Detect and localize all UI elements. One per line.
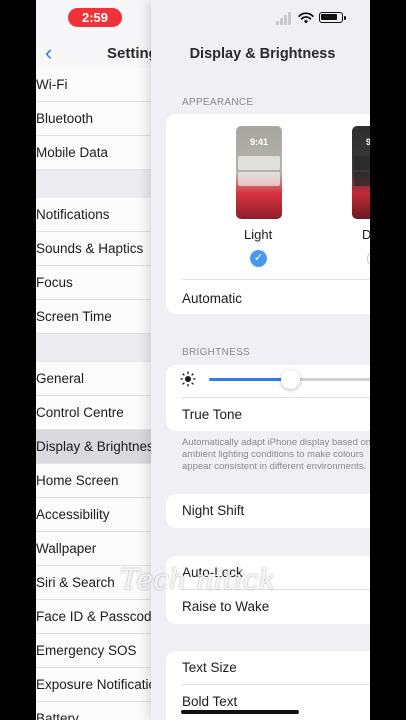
thumb-widget xyxy=(238,156,280,170)
cellular-signal-icon xyxy=(276,11,294,25)
thumb-time: 9:41 xyxy=(365,137,370,147)
sidebar-item-wifi[interactable]: Wi-Fi xyxy=(36,68,151,102)
battery-icon xyxy=(319,12,346,23)
sidebar-item-wallpaper[interactable]: Wallpaper xyxy=(36,532,151,566)
divider xyxy=(182,279,370,280)
text-size-row[interactable]: Text Size xyxy=(182,660,237,675)
night-shift-row[interactable]: Night Shift xyxy=(182,503,244,518)
settings-sidebar: ‹ Settings Wi-Fi Bluetooth Mobile Data N… xyxy=(36,0,151,720)
dark-mode-thumbnail[interactable]: 9:41 xyxy=(352,126,370,219)
raise-to-wake-row[interactable]: Raise to Wake xyxy=(182,599,269,614)
sidebar-item-control-centre[interactable]: Control Centre xyxy=(36,396,151,430)
brightness-slider-knob[interactable] xyxy=(280,370,300,389)
checkmark-icon[interactable]: ✓ xyxy=(250,250,267,267)
sidebar-item-label: Control Centre xyxy=(36,405,124,420)
sidebar-item-label: Screen Time xyxy=(36,309,112,324)
sidebar-item-label: Focus xyxy=(36,275,73,290)
dark-label: Dark xyxy=(362,227,370,242)
brightness-card: True Tone xyxy=(166,365,370,431)
sidebar-item-mobile-data[interactable]: Mobile Data xyxy=(36,136,151,170)
sidebar-item-display-brightness[interactable]: Display & Brightness xyxy=(36,430,151,464)
sidebar-item-screen-time[interactable]: Screen Time xyxy=(36,300,151,334)
brightness-slider-fill xyxy=(209,378,290,381)
sidebar-item-label: Accessibility xyxy=(36,507,110,522)
sidebar-item-label: Exposure Notifications xyxy=(36,677,151,692)
sidebar-item-general[interactable]: General xyxy=(36,362,151,396)
back-chevron-icon[interactable]: ‹ xyxy=(45,42,52,64)
sidebar-item-accessibility[interactable]: Accessibility xyxy=(36,498,151,532)
sun-icon xyxy=(180,371,196,387)
group-separator xyxy=(36,334,151,362)
thumb-widget xyxy=(238,172,280,186)
thumb-time: 9:41 xyxy=(249,137,268,147)
light-mode-thumbnail[interactable]: 9:41 xyxy=(236,126,282,219)
sidebar-item-notifications[interactable]: Notifications xyxy=(36,198,151,232)
sidebar-item-label: Emergency SOS xyxy=(36,643,137,658)
sidebar-item-label: Bluetooth xyxy=(36,111,94,126)
wifi-icon xyxy=(298,12,314,24)
sidebar-item-label: Sounds & Haptics xyxy=(36,241,144,256)
sidebar-item-focus[interactable]: Focus xyxy=(36,266,151,300)
sidebar-item-label: Siri & Search xyxy=(36,575,115,590)
appearance-card: 9:41 9:41 Light Dark ✓ Automatic xyxy=(166,114,370,314)
true-tone-row[interactable]: True Tone xyxy=(182,407,242,422)
phone-screen: ‹ Settings Wi-Fi Bluetooth Mobile Data N… xyxy=(36,0,370,720)
page-title: Display & Brightness xyxy=(189,46,336,62)
appearance-header: APPEARANCE xyxy=(182,97,254,108)
status-time: 2:59 xyxy=(68,8,122,27)
settings-title[interactable]: Settings xyxy=(107,45,151,62)
true-tone-description: Automatically adapt iPhone display based… xyxy=(182,437,370,472)
sidebar-item-face-id-passcode[interactable]: Face ID & Passcode xyxy=(36,600,151,634)
sidebar-item-sounds-haptics[interactable]: Sounds & Haptics xyxy=(36,232,151,266)
sidebar-item-exposure-notifications[interactable]: Exposure Notifications xyxy=(36,668,151,702)
radio-circle-icon[interactable] xyxy=(367,250,370,267)
sidebar-item-label: Notifications xyxy=(36,207,110,222)
group-separator xyxy=(36,170,151,198)
sidebar-item-label: Home Screen xyxy=(36,473,119,488)
sidebar-item-label: Wallpaper xyxy=(36,541,97,556)
divider xyxy=(182,397,370,398)
sidebar-item-label: Battery xyxy=(36,711,79,720)
display-brightness-pane: Display & Brightness APPEARANCE 9:41 9:4… xyxy=(151,0,370,720)
home-indicator[interactable] xyxy=(181,710,299,714)
night-shift-card: Night Shift xyxy=(166,494,370,528)
automatic-row[interactable]: Automatic xyxy=(182,291,242,306)
sidebar-item-label: Mobile Data xyxy=(36,145,109,160)
sidebar-item-battery[interactable]: Battery xyxy=(36,702,151,720)
bold-text-row[interactable]: Bold Text xyxy=(182,694,237,709)
sidebar-item-label: Display & Brightness xyxy=(36,439,151,454)
brightness-slider[interactable] xyxy=(209,370,370,389)
sidebar-item-label: Face ID & Passcode xyxy=(36,609,151,624)
sidebar-item-label: General xyxy=(36,371,85,386)
divider xyxy=(182,684,370,685)
brightness-header: BRIGHTNESS xyxy=(182,347,251,358)
sidebar-item-home-screen[interactable]: Home Screen xyxy=(36,464,151,498)
light-label: Light xyxy=(244,227,273,242)
thumb-widget xyxy=(354,172,370,186)
sidebar-item-label: Wi-Fi xyxy=(36,77,68,92)
thumb-widget xyxy=(354,156,370,170)
watermark-text: Tech nitick xyxy=(120,563,276,596)
sidebar-item-bluetooth[interactable]: Bluetooth xyxy=(36,102,151,136)
sidebar-item-emergency-sos[interactable]: Emergency SOS xyxy=(36,634,151,668)
